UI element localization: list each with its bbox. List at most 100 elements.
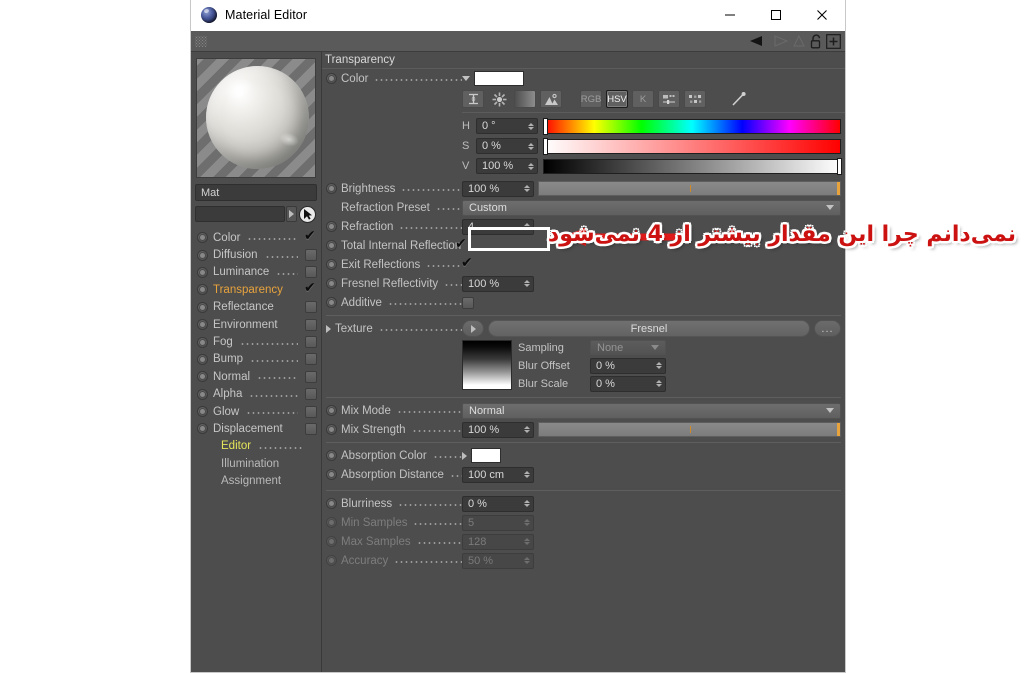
stepper-icon[interactable]	[528, 119, 534, 133]
sidebar-item-bump[interactable]: Bump	[195, 351, 317, 368]
channel-enable-dot[interactable]	[197, 388, 208, 400]
add-icon[interactable]	[826, 33, 841, 49]
channel-checkbox[interactable]	[305, 353, 317, 366]
channel-enable-dot[interactable]	[197, 249, 208, 261]
tir-checkbox[interactable]	[455, 236, 468, 252]
channel-enable-dot[interactable]	[197, 336, 208, 348]
forward-arrow-icon[interactable]	[773, 34, 789, 48]
stepper-icon[interactable]	[524, 468, 530, 482]
lock-icon[interactable]	[809, 33, 823, 49]
channel-enable-dot[interactable]	[197, 423, 208, 435]
sidebar-item-luminance[interactable]: Luminance	[195, 264, 317, 281]
hsv-h-slider[interactable]	[543, 118, 841, 134]
range-icon[interactable]	[462, 90, 484, 108]
color-animate-dot[interactable]	[326, 73, 337, 84]
brightness-slider[interactable]	[538, 181, 841, 196]
kelvin-mode-button[interactable]: K	[632, 90, 654, 108]
expand-arrow-icon[interactable]	[326, 324, 331, 333]
stepper-icon[interactable]	[524, 220, 530, 234]
swatches-icon[interactable]	[684, 90, 706, 108]
channel-enable-dot[interactable]	[197, 266, 208, 278]
channel-enable-dot[interactable]	[197, 353, 208, 365]
eyedropper-icon[interactable]	[728, 90, 750, 108]
chevron-down-icon[interactable]	[462, 76, 470, 81]
slider-handle[interactable]	[838, 158, 841, 174]
hsv-h-field[interactable]: 0 °	[476, 118, 538, 134]
exit-reflections-checkbox[interactable]	[461, 255, 474, 271]
stepper-icon[interactable]	[524, 182, 530, 196]
absorption-color-animate-dot[interactable]	[326, 450, 337, 461]
sidebar-item-displacement[interactable]: Displacement	[195, 420, 317, 437]
texture-name-field[interactable]: Fresnel	[488, 320, 810, 337]
sidebar-item-editor[interactable]: Editor	[195, 438, 317, 455]
sidebar-item-glow[interactable]: Glow	[195, 403, 317, 420]
hsv-mode-button[interactable]: HSV	[606, 90, 628, 108]
sidebar-item-reflectance[interactable]: Reflectance	[195, 299, 317, 316]
channel-checkbox[interactable]	[305, 370, 317, 383]
sidebar-item-alpha[interactable]: Alpha	[195, 386, 317, 403]
stepper-icon[interactable]	[524, 423, 530, 437]
rgb-mode-button[interactable]: RGB	[580, 90, 602, 108]
stepper-icon[interactable]	[656, 377, 662, 391]
slider-handle[interactable]	[544, 138, 547, 154]
color-wheel-icon[interactable]	[488, 90, 510, 108]
channel-checkbox[interactable]	[305, 318, 317, 331]
texture-thumbnail[interactable]	[462, 340, 512, 390]
texture-menu-button[interactable]	[462, 320, 484, 337]
up-arrow-icon[interactable]	[792, 34, 806, 48]
blur-scale-field[interactable]: 0 %	[590, 375, 666, 392]
channel-enable-dot[interactable]	[197, 232, 208, 244]
hsv-v-slider[interactable]	[543, 158, 841, 174]
channel-checkbox[interactable]	[304, 280, 317, 296]
tir-animate-dot[interactable]	[326, 240, 337, 251]
channel-enable-dot[interactable]	[197, 319, 208, 331]
search-input[interactable]	[195, 206, 285, 222]
channel-checkbox[interactable]	[305, 336, 317, 349]
fresnel-field[interactable]: 100 %	[462, 275, 534, 292]
refraction-preset-dropdown[interactable]: Custom	[462, 199, 841, 216]
additive-animate-dot[interactable]	[326, 297, 337, 308]
additive-checkbox[interactable]	[462, 296, 474, 309]
brightness-field[interactable]: 100 %	[462, 180, 534, 197]
blur-offset-field[interactable]: 0 %	[590, 357, 666, 374]
back-arrow-icon[interactable]	[748, 34, 770, 48]
channel-checkbox[interactable]	[305, 266, 317, 279]
minimize-button[interactable]	[707, 0, 753, 31]
hsv-v-field[interactable]: 100 %	[476, 158, 538, 174]
sidebar-item-environment[interactable]: Environment	[195, 316, 317, 333]
hsv-s-slider[interactable]	[543, 138, 841, 154]
sidebar-item-transparency[interactable]: Transparency	[195, 280, 317, 298]
channel-checkbox[interactable]	[305, 301, 317, 314]
stepper-icon[interactable]	[528, 159, 534, 173]
exit-reflections-animate-dot[interactable]	[326, 259, 337, 270]
channel-enable-dot[interactable]	[197, 371, 208, 383]
material-name-field[interactable]: Mat	[195, 184, 317, 201]
sidebar-item-diffusion[interactable]: Diffusion	[195, 246, 317, 263]
stepper-icon[interactable]	[524, 497, 530, 511]
refraction-field[interactable]: 4	[462, 218, 534, 235]
sampling-dropdown[interactable]: None	[590, 340, 666, 355]
channel-enable-dot[interactable]	[197, 301, 208, 313]
channel-checkbox[interactable]	[305, 405, 317, 418]
sidebar-item-fog[interactable]: Fog	[195, 333, 317, 350]
slider-handle[interactable]	[837, 423, 840, 436]
sidebar-item-assignment[interactable]: Assignment	[195, 472, 317, 489]
sidebar-item-normal[interactable]: Normal	[195, 368, 317, 385]
channel-enable-dot[interactable]	[197, 406, 208, 418]
color-swatch[interactable]	[474, 71, 524, 86]
brightness-animate-dot[interactable]	[326, 183, 337, 194]
maximize-button[interactable]	[753, 0, 799, 31]
stepper-icon[interactable]	[528, 139, 534, 153]
animate-dot[interactable]	[326, 498, 337, 509]
sidebar-item-illumination[interactable]: Illumination	[195, 455, 317, 472]
material-preview[interactable]	[196, 58, 316, 178]
close-button[interactable]	[799, 0, 845, 31]
slider-handle[interactable]	[544, 118, 547, 134]
search-dropdown-button[interactable]	[286, 206, 297, 222]
channel-checkbox[interactable]	[305, 422, 317, 435]
stepper-icon[interactable]	[524, 277, 530, 291]
gradient-icon[interactable]	[514, 90, 536, 108]
stepper-icon[interactable]	[656, 359, 662, 373]
drag-grip[interactable]	[195, 35, 207, 47]
channel-checkbox[interactable]	[305, 388, 317, 401]
